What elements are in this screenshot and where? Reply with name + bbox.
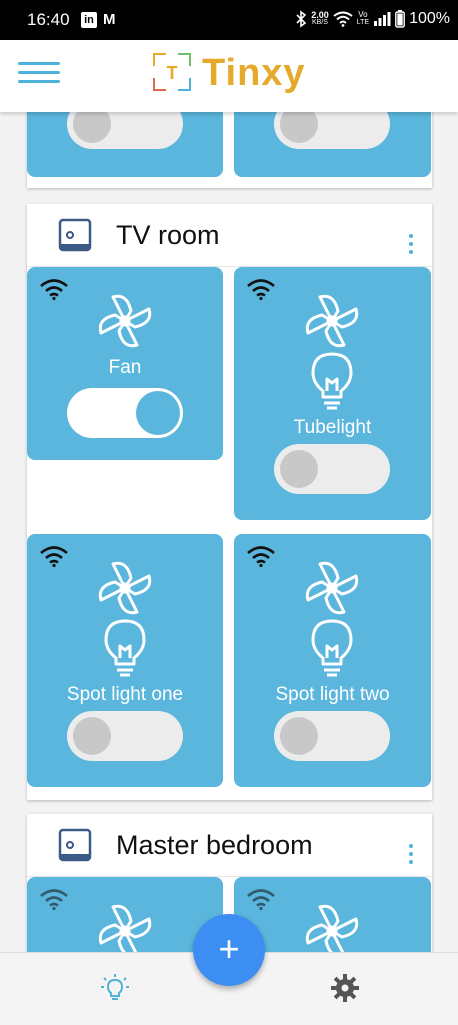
battery-icon [395,10,405,28]
rooms-list[interactable]: TV room Fan Tubelight Spot light one Spo… [0,112,458,952]
signal-icon [374,12,391,26]
device-tile-tubelight[interactable]: Tubelight [234,267,431,520]
volte-top: Vo [358,10,368,19]
logo-letter: T [167,63,178,83]
volte-indicator: Vo LTE [357,11,369,27]
net-speed-value: 2.00 [311,10,329,20]
battery-percent: 100% [409,10,450,27]
fan-icon [305,561,359,615]
device-toggle[interactable] [274,444,390,494]
room-tv-icon [58,828,92,862]
fan-icon [98,294,152,348]
device-tile-spot-light-one[interactable]: Spot light one [27,534,223,787]
wifi-icon [40,889,68,911]
status-time: 16:40 [27,10,70,29]
volte-bottom: LTE [356,19,370,26]
tinxy-logo-icon: T [153,53,191,91]
device-toggle[interactable] [67,711,183,761]
device-toggle[interactable] [274,112,390,149]
room-menu-icon[interactable] [409,234,413,258]
device-label: Tubelight [293,417,372,438]
room-tv-icon [58,218,92,252]
device-toggle[interactable] [67,388,183,438]
bulb-icon [311,619,353,677]
bulb-icon [311,352,353,410]
device-label: Spot light two [275,684,390,705]
wifi-icon [247,889,275,911]
wifi-status-icon [333,11,353,27]
fan-icon [98,904,152,952]
room-title: Master bedroom [116,830,313,860]
fan-icon [98,561,152,615]
bluetooth-icon [296,10,307,28]
device-toggle[interactable] [67,112,183,149]
network-speed: 2.00 KB/S [311,11,329,27]
app-header: T Tinxy [0,40,458,112]
notification-icons: in M [81,11,116,28]
room-card-tv-room: TV room Fan Tubelight Spot light one Spo… [27,204,432,800]
room-card-previous [27,112,432,188]
wifi-icon [40,279,68,301]
bulb-icon [104,619,146,677]
linkedin-icon: in [81,11,97,28]
room-title: TV room [116,220,220,250]
room-menu-icon[interactable] [409,844,413,868]
hamburger-icon[interactable] [18,56,60,92]
device-label: Spot light one [66,684,184,705]
wifi-icon [40,546,68,568]
status-bar: 16:40 in M 2.00 KB/S Vo LTE 100% [0,0,458,40]
gear-icon[interactable] [330,973,360,1003]
room-header: Master bedroom [27,814,432,877]
fan-icon [305,294,359,348]
wifi-icon [247,279,275,301]
device-label: Fan [108,357,142,378]
bulb-icon[interactable] [100,973,130,1003]
device-tile-spot-light-two[interactable]: Spot light two [234,534,431,787]
device-toggle[interactable] [274,711,390,761]
device-tile[interactable] [27,112,223,177]
system-icons: 2.00 KB/S Vo LTE 100% [295,10,450,28]
fan-icon [305,904,359,952]
wifi-icon [247,546,275,568]
add-device-button[interactable]: + [193,914,265,986]
room-header: TV room [27,204,432,267]
gmail-icon: M [103,11,116,28]
device-tile-fan[interactable]: Fan [27,267,223,460]
net-speed-unit: KB/S [312,19,328,26]
app-title: Tinxy [202,52,306,94]
device-tile[interactable] [234,112,431,177]
